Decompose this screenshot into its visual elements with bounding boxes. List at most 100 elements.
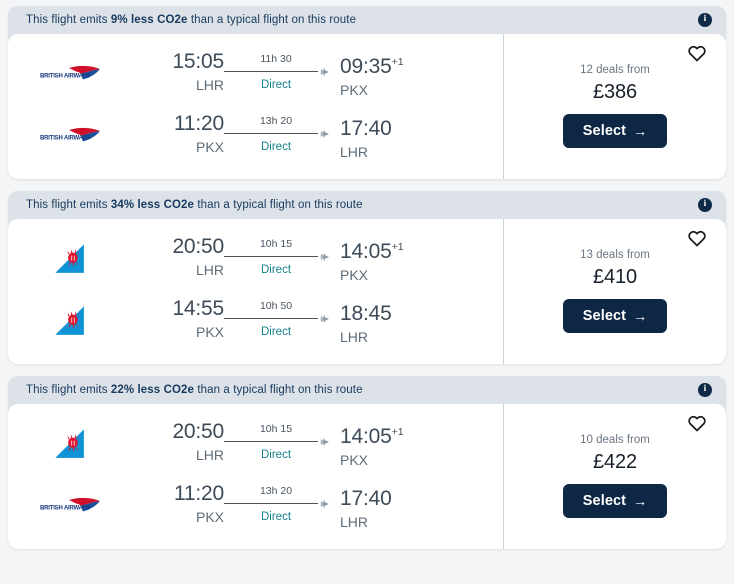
arrival-airport: LHR (340, 328, 369, 345)
route-bar (224, 440, 318, 442)
info-icon[interactable]: i (698, 383, 712, 397)
arrival-time: 09:35+1 (340, 50, 404, 79)
departure-time: 14:55 (172, 296, 224, 320)
flight-card[interactable]: This flight emits 22% less CO2e than a t… (8, 376, 726, 549)
select-button-label: Select (582, 122, 627, 139)
leg-middle: 10h 50 Direct (224, 297, 329, 340)
airline-logo-cell: BRITISH AIRWAYS (8, 494, 138, 520)
flight-card-body: BRITISH AIRWAYS 15:05 LHR 11h 30 Direct … (8, 34, 726, 179)
select-button-label: Select (582, 492, 627, 509)
departure-airport: LHR (195, 76, 224, 93)
british-airways-logo: BRITISH AIRWAYS (40, 497, 100, 511)
departure: 11:20 PKX (138, 112, 224, 157)
leg-middle: 11h 30 Direct (224, 50, 329, 93)
price-column: 10 deals from £422 Select → (504, 404, 726, 549)
favourite-button[interactable] (686, 227, 708, 249)
airplane-icon (320, 252, 329, 261)
arrival-time: 14:05+1 (340, 420, 404, 449)
arrow-right-icon: → (633, 122, 648, 139)
deals-count: 10 deals from (580, 433, 650, 446)
airline-logo-cell: BRITISH AIRWAYS (8, 124, 138, 150)
select-button[interactable]: Select → (563, 113, 667, 148)
favourite-button[interactable] (686, 412, 708, 434)
arrival: 14:05+1 PKX (328, 420, 414, 470)
favourite-button[interactable] (686, 42, 708, 64)
itinerary: 20:50 LHR 10h 15 Direct 14:05+1 PKX BRIT… (8, 404, 504, 549)
eco-suffix: than a typical flight on this route (194, 199, 363, 211)
arrival-airport: PKX (340, 451, 369, 468)
flight-card[interactable]: This flight emits 9% less CO2e than a ty… (8, 6, 726, 179)
leg-duration: 10h 15 (259, 237, 293, 250)
leg-stops: Direct (260, 263, 292, 276)
flight-leg: BRITISH AIRWAYS 11:20 PKX 13h 20 Direct … (8, 112, 503, 162)
eco-prefix: This flight emits (26, 14, 111, 26)
departure-time: 11:20 (174, 111, 224, 135)
arrival-time: 14:05+1 (340, 235, 404, 264)
flight-card-body: 20:50 LHR 10h 15 Direct 14:05+1 PKX 14:5… (8, 219, 726, 364)
airline-logo-cell (8, 305, 138, 339)
leg-duration: 10h 50 (259, 299, 293, 312)
eco-prefix: This flight emits (26, 199, 111, 211)
arrival-airport: PKX (340, 266, 369, 283)
heart-icon (688, 230, 706, 247)
select-button[interactable]: Select → (563, 483, 667, 518)
arrival: 09:35+1 PKX (328, 50, 414, 100)
itinerary: 20:50 LHR 10h 15 Direct 14:05+1 PKX 14:5… (8, 219, 504, 364)
eco-prefix: This flight emits (26, 384, 111, 396)
info-icon[interactable]: i (698, 198, 712, 212)
eco-banner: This flight emits 9% less CO2e than a ty… (8, 6, 726, 34)
eco-highlight: 34% less CO2e (110, 199, 195, 211)
route-bar (224, 317, 318, 319)
leg-times: 11:20 PKX 13h 20 Direct 17:40 LHR (138, 112, 503, 162)
arrival-time-value: 14:05 (340, 424, 392, 448)
arrival-airport: PKX (340, 81, 369, 98)
arrival-day-offset: +1 (391, 55, 404, 68)
route-line (224, 498, 329, 508)
svg-text:BRITISH AIRWAYS: BRITISH AIRWAYS (40, 73, 90, 79)
flight-card[interactable]: This flight emits 34% less CO2e than a t… (8, 191, 726, 364)
price-amount: £422 (592, 450, 638, 473)
eco-banner-text: This flight emits 22% less CO2e than a t… (26, 384, 363, 396)
flight-leg: 20:50 LHR 10h 15 Direct 14:05+1 PKX (8, 235, 503, 283)
route-bar (224, 255, 318, 257)
departure: 15:05 LHR (138, 50, 224, 95)
route-line (224, 313, 329, 323)
leg-times: 15:05 LHR 11h 30 Direct 09:35+1 PKX (138, 50, 503, 100)
china-southern-logo (55, 305, 84, 335)
eco-suffix: than a typical flight on this route (194, 384, 363, 396)
leg-stops: Direct (260, 78, 292, 91)
airline-logo-cell (8, 428, 138, 462)
eco-banner-text: This flight emits 9% less CO2e than a ty… (26, 14, 356, 26)
leg-stops: Direct (260, 140, 292, 153)
arrival: 17:40 LHR (328, 112, 414, 162)
departure: 20:50 LHR (138, 235, 224, 280)
arrival-time-value: 18:45 (340, 301, 392, 325)
select-button[interactable]: Select → (563, 298, 667, 333)
departure-time: 20:50 (172, 419, 224, 443)
route-line (224, 436, 329, 446)
airplane-icon (320, 437, 329, 446)
leg-times: 20:50 LHR 10h 15 Direct 14:05+1 PKX (138, 420, 503, 470)
china-southern-logo (55, 243, 84, 273)
route-line (224, 66, 329, 76)
leg-times: 11:20 PKX 13h 20 Direct 17:40 LHR (138, 482, 503, 532)
flight-results-list: This flight emits 9% less CO2e than a ty… (0, 0, 734, 549)
arrival-time: 18:45 (340, 297, 392, 326)
departure-airport: PKX (195, 508, 224, 525)
info-icon[interactable]: i (698, 13, 712, 27)
departure-time: 15:05 (172, 49, 224, 73)
british-airways-logo: BRITISH AIRWAYS (40, 127, 100, 141)
arrival-time-value: 09:35 (340, 54, 392, 78)
arrival: 18:45 LHR (328, 297, 414, 347)
leg-stops: Direct (260, 510, 292, 523)
flight-leg: 20:50 LHR 10h 15 Direct 14:05+1 PKX (8, 420, 503, 470)
flight-card-body: 20:50 LHR 10h 15 Direct 14:05+1 PKX BRIT… (8, 404, 726, 549)
airline-logo-cell (8, 243, 138, 277)
departure-airport: LHR (195, 261, 224, 278)
airline-logo-cell: BRITISH AIRWAYS (8, 62, 138, 88)
deals-count: 13 deals from (580, 248, 650, 261)
eco-banner: This flight emits 34% less CO2e than a t… (8, 191, 726, 219)
route-line (224, 251, 329, 261)
leg-duration: 11h 30 (260, 52, 292, 65)
arrival-time-value: 14:05 (340, 239, 392, 263)
